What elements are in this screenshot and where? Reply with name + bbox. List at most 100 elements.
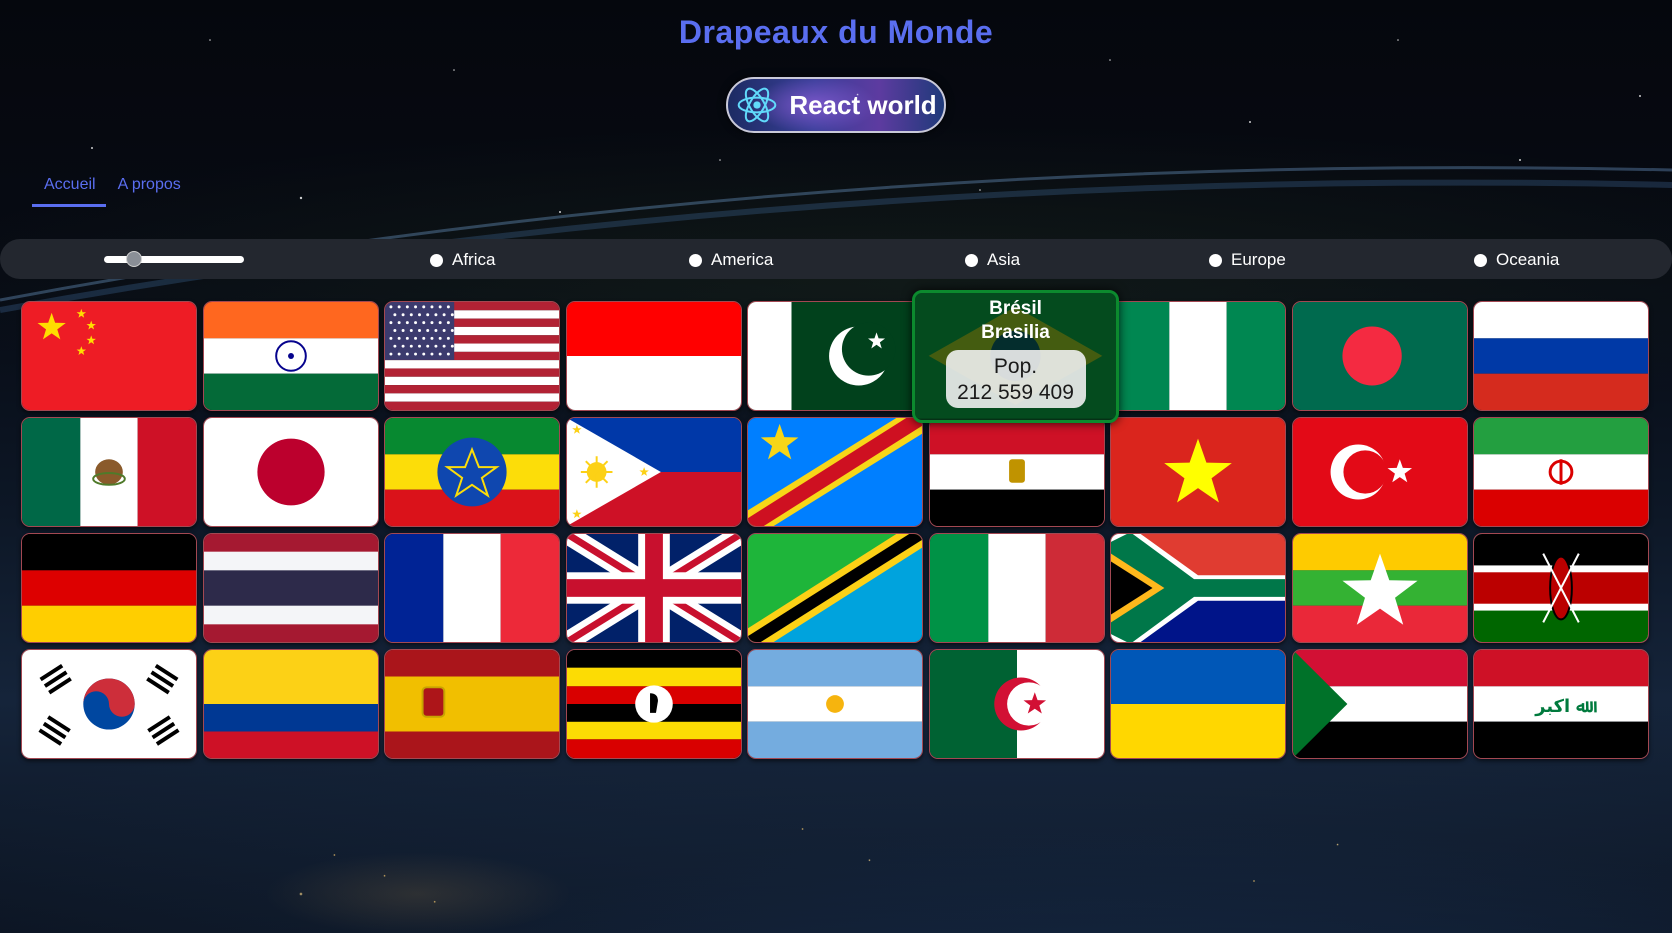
hover-capital-name: Brasilia [981,322,1050,343]
react-world-logo-button[interactable]: React world [726,77,946,133]
flag-card-thailand[interactable] [202,533,379,643]
main-navigation: Accueil A propos [32,174,191,207]
flag-card-india[interactable] [202,301,379,411]
flag-card-philippines[interactable] [565,417,742,527]
flag-card-vietnam[interactable] [1110,417,1286,527]
hover-country-name: Brésil [989,298,1042,319]
flag-card-bangladesh[interactable] [1291,301,1468,411]
flag-card-tanzania[interactable] [747,533,923,643]
slider-thumb[interactable] [126,251,143,267]
population-value: 212 559 409 [957,381,1074,404]
italy-flag-icon [929,534,1104,642]
france-flag-icon [385,534,559,642]
react-icon [737,87,777,123]
russia-flag-icon [1474,302,1648,410]
flag-card-ethiopia[interactable] [384,417,560,527]
ethiopia-flag-icon [385,418,559,526]
radio-asia[interactable]: Asia [965,250,1020,270]
mexico-flag-icon [22,418,196,526]
flag-card-dr-congo[interactable] [747,417,923,527]
kenya-flag-icon [1474,534,1648,642]
flag-card-china[interactable] [21,301,197,411]
south-africa-flag-icon [1111,534,1285,642]
flags-grid: ﷲ ﺍﻛﺒﺮ [21,301,1649,759]
flag-card-russia[interactable] [1473,301,1649,411]
slider-track [104,256,244,263]
south-korea-flag-icon [22,650,196,758]
myanmar-flag-icon [1292,534,1467,642]
algeria-flag-icon [929,650,1104,758]
flag-card-spain[interactable] [384,649,560,759]
spain-flag-icon [385,650,559,758]
china-flag-icon [22,302,196,410]
flag-card-colombia[interactable] [202,649,379,759]
indonesia-flag-icon [566,302,741,410]
population-label: Pop. [993,355,1038,378]
ukraine-flag-icon [1111,650,1285,758]
radio-america[interactable]: America [689,250,773,270]
flag-card-mexico[interactable] [21,417,197,527]
flag-card-france[interactable] [384,533,560,643]
country-hover-card[interactable]: Brésil Brasilia Pop. 212 559 409 [912,290,1119,423]
nav-link-a-propos[interactable]: A propos [106,174,191,207]
radio-label-oceania: Oceania [1496,250,1560,269]
page-title: Drapeaux du Monde [678,14,994,50]
usa-flag-icon [385,302,559,410]
radio-button-asia[interactable] [965,253,978,267]
japan-flag-icon [203,418,378,526]
sudan-flag-icon [1292,650,1467,758]
radio-label-africa: Africa [452,250,496,269]
germany-flag-icon [22,534,196,642]
uganda-flag-icon [566,650,741,758]
flag-card-turkey[interactable] [1291,417,1468,527]
bangladesh-flag-icon [1292,302,1467,410]
united-kingdom-flag-icon [566,534,741,642]
count-range-slider[interactable] [104,251,244,267]
flag-card-argentina[interactable] [747,649,923,759]
flag-card-usa[interactable] [384,301,560,411]
flag-card-united-kingdom[interactable] [565,533,742,643]
flag-card-germany[interactable] [21,533,197,643]
radio-button-europe[interactable] [1209,253,1222,267]
radio-button-america[interactable] [689,253,702,267]
filter-bar: Africa America Asia Europe Oceania [0,239,1672,279]
radio-label-asia: Asia [987,250,1021,269]
turkey-flag-icon [1292,418,1467,526]
pakistan-flag-icon [748,302,922,410]
flag-card-algeria[interactable] [928,649,1105,759]
flag-card-uganda[interactable] [565,649,742,759]
flag-card-japan[interactable] [202,417,379,527]
flag-card-sudan[interactable] [1291,649,1468,759]
flag-card-iran[interactable] [1473,417,1649,527]
radio-label-america: America [711,250,774,269]
flag-card-kenya[interactable] [1473,533,1649,643]
colombia-flag-icon [203,650,378,758]
nav-link-accueil[interactable]: Accueil [32,174,106,207]
vietnam-flag-icon [1111,418,1285,526]
flag-card-south-korea[interactable] [21,649,197,759]
radio-label-europe: Europe [1231,250,1286,269]
radio-button-oceania[interactable] [1474,253,1487,267]
flag-card-south-africa[interactable] [1110,533,1286,643]
radio-africa[interactable]: Africa [430,250,495,270]
nigeria-flag-icon [1111,302,1285,410]
logo-label: React world [789,89,937,120]
flag-card-egypt[interactable] [928,417,1105,527]
flag-card-myanmar[interactable] [1291,533,1468,643]
flag-card-ukraine[interactable] [1110,649,1286,759]
flag-card-italy[interactable] [928,533,1105,643]
population-box: Pop. 212 559 409 [945,350,1086,408]
flag-card-pakistan[interactable] [747,301,923,411]
philippines-flag-icon [566,418,741,526]
flag-card-iraq[interactable]: ﷲ ﺍﻛﺒﺮ [1473,649,1649,759]
iraq-flag-icon: ﷲ ﺍﻛﺒﺮ [1474,650,1648,758]
india-flag-icon [203,302,378,410]
radio-button-africa[interactable] [430,253,443,267]
flag-card-indonesia[interactable] [565,301,742,411]
radio-oceania[interactable]: Oceania [1474,250,1559,270]
radio-europe[interactable]: Europe [1209,250,1286,270]
dr-congo-flag-icon [748,418,922,526]
flag-card-nigeria[interactable] [1110,301,1286,411]
tanzania-flag-icon [748,534,922,642]
iran-flag-icon [1474,418,1648,526]
